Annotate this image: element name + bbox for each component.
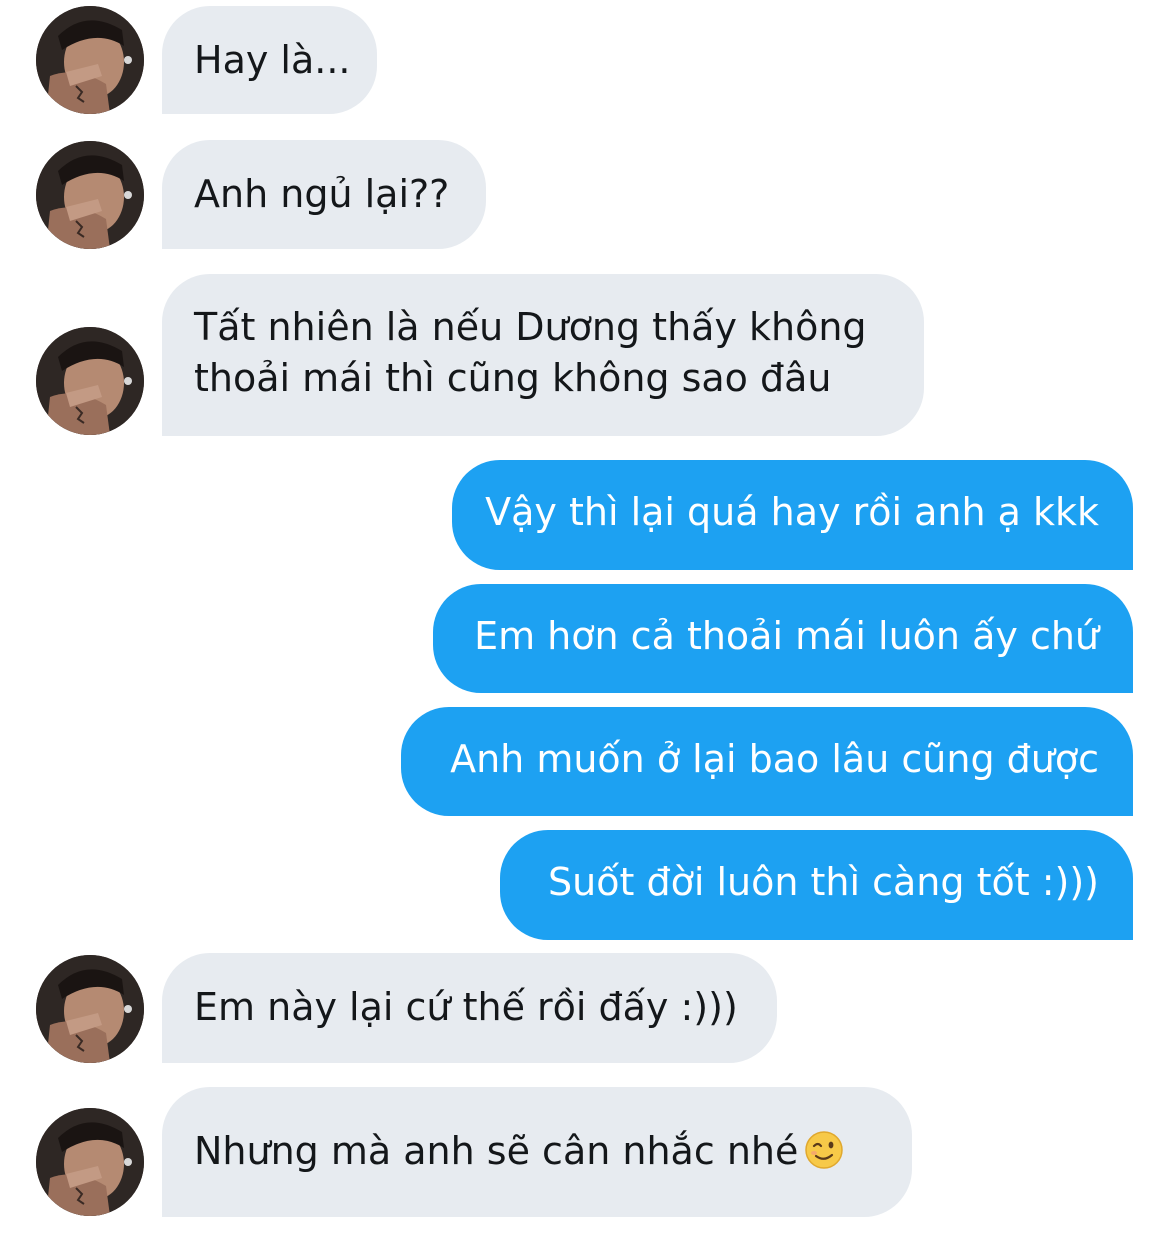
outgoing-message-bubble[interactable]: Vậy thì lại quá hay rồi anh ạ kkk: [452, 460, 1133, 570]
message-text-line: Tất nhiên là nếu Dương thấy không: [194, 305, 867, 349]
message-text: Anh ngủ lại??: [194, 172, 450, 216]
outgoing-message-bubble[interactable]: Anh muốn ở lại bao lâu cũng được: [401, 707, 1133, 816]
outgoing-message-bubble[interactable]: Em hơn cả thoải mái luôn ấy chứ: [433, 584, 1133, 693]
incoming-message-bubble[interactable]: Nhưng mà anh sẽ cân nhắc nhé: [162, 1087, 912, 1217]
avatar[interactable]: [36, 327, 144, 435]
outgoing-message-bubble[interactable]: Suốt đời luôn thì càng tốt :))): [500, 830, 1133, 940]
message-text: Em này lại cứ thế rồi đấy :))): [194, 985, 738, 1029]
message-thread: Hay là... Anh ngủ lại?? Tất nhiên là nếu…: [0, 0, 1170, 1243]
winking-face-emoji: [804, 1130, 844, 1170]
avatar-photo: [36, 955, 144, 1063]
incoming-message-bubble[interactable]: Em này lại cứ thế rồi đấy :))): [162, 953, 777, 1063]
incoming-message-bubble[interactable]: Anh ngủ lại??: [162, 140, 486, 249]
message-text: Nhưng mà anh sẽ cân nhắc nhé: [194, 1129, 799, 1173]
message-text: Suốt đời luôn thì càng tốt :))): [548, 860, 1099, 904]
message-text: Anh muốn ở lại bao lâu cũng được: [450, 737, 1099, 781]
message-text: Vậy thì lại quá hay rồi anh ạ kkk: [485, 490, 1099, 534]
avatar-photo: [36, 327, 144, 435]
avatar-photo: [36, 1108, 144, 1216]
avatar[interactable]: [36, 6, 144, 114]
message-text: Hay là...: [194, 38, 351, 82]
message-text: Em hơn cả thoải mái luôn ấy chứ: [474, 614, 1099, 658]
incoming-message-bubble[interactable]: Tất nhiên là nếu Dương thấy không thoải …: [162, 274, 924, 436]
incoming-message-bubble[interactable]: Hay là...: [162, 6, 377, 114]
avatar[interactable]: [36, 1108, 144, 1216]
avatar[interactable]: [36, 955, 144, 1063]
message-text-line: thoải mái thì cũng không sao đâu: [194, 356, 832, 400]
avatar-photo: [36, 6, 144, 114]
avatar-photo: [36, 141, 144, 249]
avatar[interactable]: [36, 141, 144, 249]
